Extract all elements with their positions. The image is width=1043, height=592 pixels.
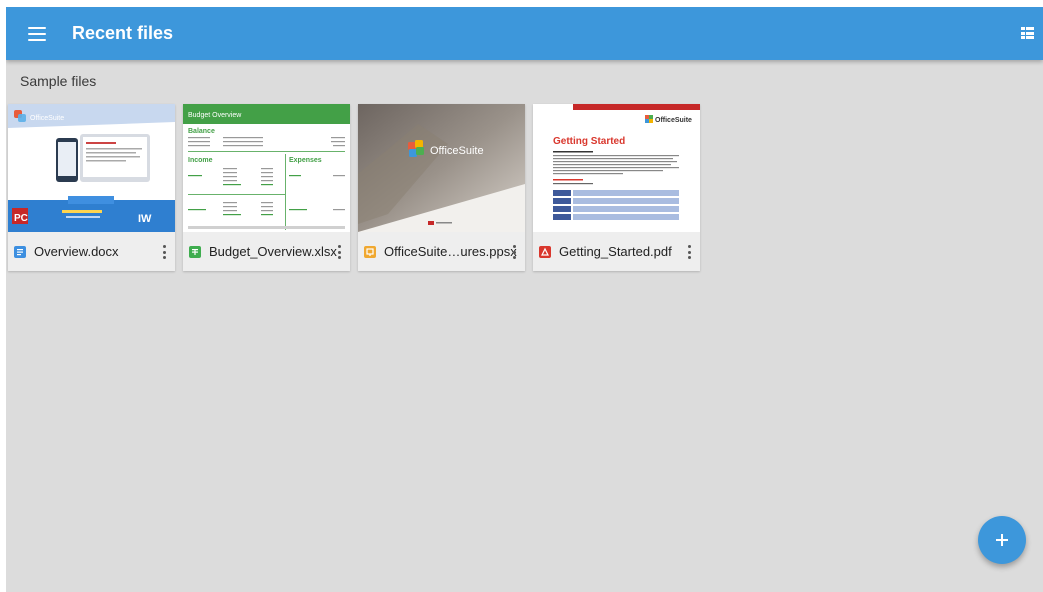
file-name: OfficeSuite…ures.ppsx [384, 244, 517, 259]
thumb-brand-text: OfficeSuite [30, 115, 64, 122]
thumb-badge-iw: IW [138, 213, 152, 225]
page-title: Recent files [72, 23, 174, 43]
file-card-footer: Getting_Started.pdf [533, 232, 700, 271]
file-card-footer: Budget_Overview.xlsx [183, 232, 350, 271]
thumb-heading-text: Getting Started [553, 136, 625, 147]
thumb-brand-text: OfficeSuite [430, 145, 484, 157]
list-view-icon[interactable] [1021, 27, 1034, 39]
file-card-budget-overview-xlsx[interactable]: Budget Overview Balance Income Expenses [183, 104, 350, 271]
file-card-officesuite-ppsx[interactable]: OfficeSuite OfficeSuite…ures.ppsx [358, 104, 525, 271]
file-card-footer: OfficeSuite…ures.ppsx [358, 232, 525, 271]
thumb-header-text: Budget Overview [188, 112, 242, 119]
hamburger-menu-icon[interactable] [28, 26, 46, 41]
pdf-icon [539, 245, 551, 258]
file-name: Getting_Started.pdf [559, 244, 672, 259]
word-doc-icon [14, 245, 26, 258]
file-thumbnail: OfficeSuite Getting Started [533, 104, 700, 232]
add-file-fab-button[interactable] [978, 516, 1026, 564]
file-card-overview-docx[interactable]: OfficeSuite PC IW Overview.docx [8, 104, 175, 271]
more-options-icon[interactable] [337, 245, 341, 259]
file-name: Overview.docx [34, 244, 119, 259]
thumb-expenses-text: Expenses [289, 157, 322, 164]
thumb-income-text: Income [188, 157, 213, 164]
section-title: Sample files [20, 73, 97, 89]
file-card-getting-started-pdf[interactable]: OfficeSuite Getting Started Getting_Star… [533, 104, 700, 271]
file-name: Budget_Overview.xlsx [209, 244, 337, 259]
file-grid: OfficeSuite PC IW Overview.docx Budget O… [8, 104, 700, 271]
file-thumbnail: Budget Overview Balance Income Expenses [183, 104, 350, 232]
more-options-icon[interactable] [512, 245, 516, 259]
more-options-icon[interactable] [687, 245, 691, 259]
app-bar: Recent files [6, 7, 1043, 60]
app-screen: Recent files Sample files OfficeSuite PC… [6, 7, 1043, 592]
thumb-brand-text: OfficeSuite [655, 117, 692, 124]
spreadsheet-icon [189, 245, 201, 258]
thumb-balance-text: Balance [188, 128, 215, 135]
presentation-icon [364, 245, 376, 258]
more-options-icon[interactable] [162, 245, 166, 259]
thumb-badge-pc: PC [14, 213, 28, 224]
file-thumbnail: OfficeSuite PC IW [8, 104, 175, 232]
file-card-footer: Overview.docx [8, 232, 175, 271]
file-thumbnail: OfficeSuite [358, 104, 525, 232]
